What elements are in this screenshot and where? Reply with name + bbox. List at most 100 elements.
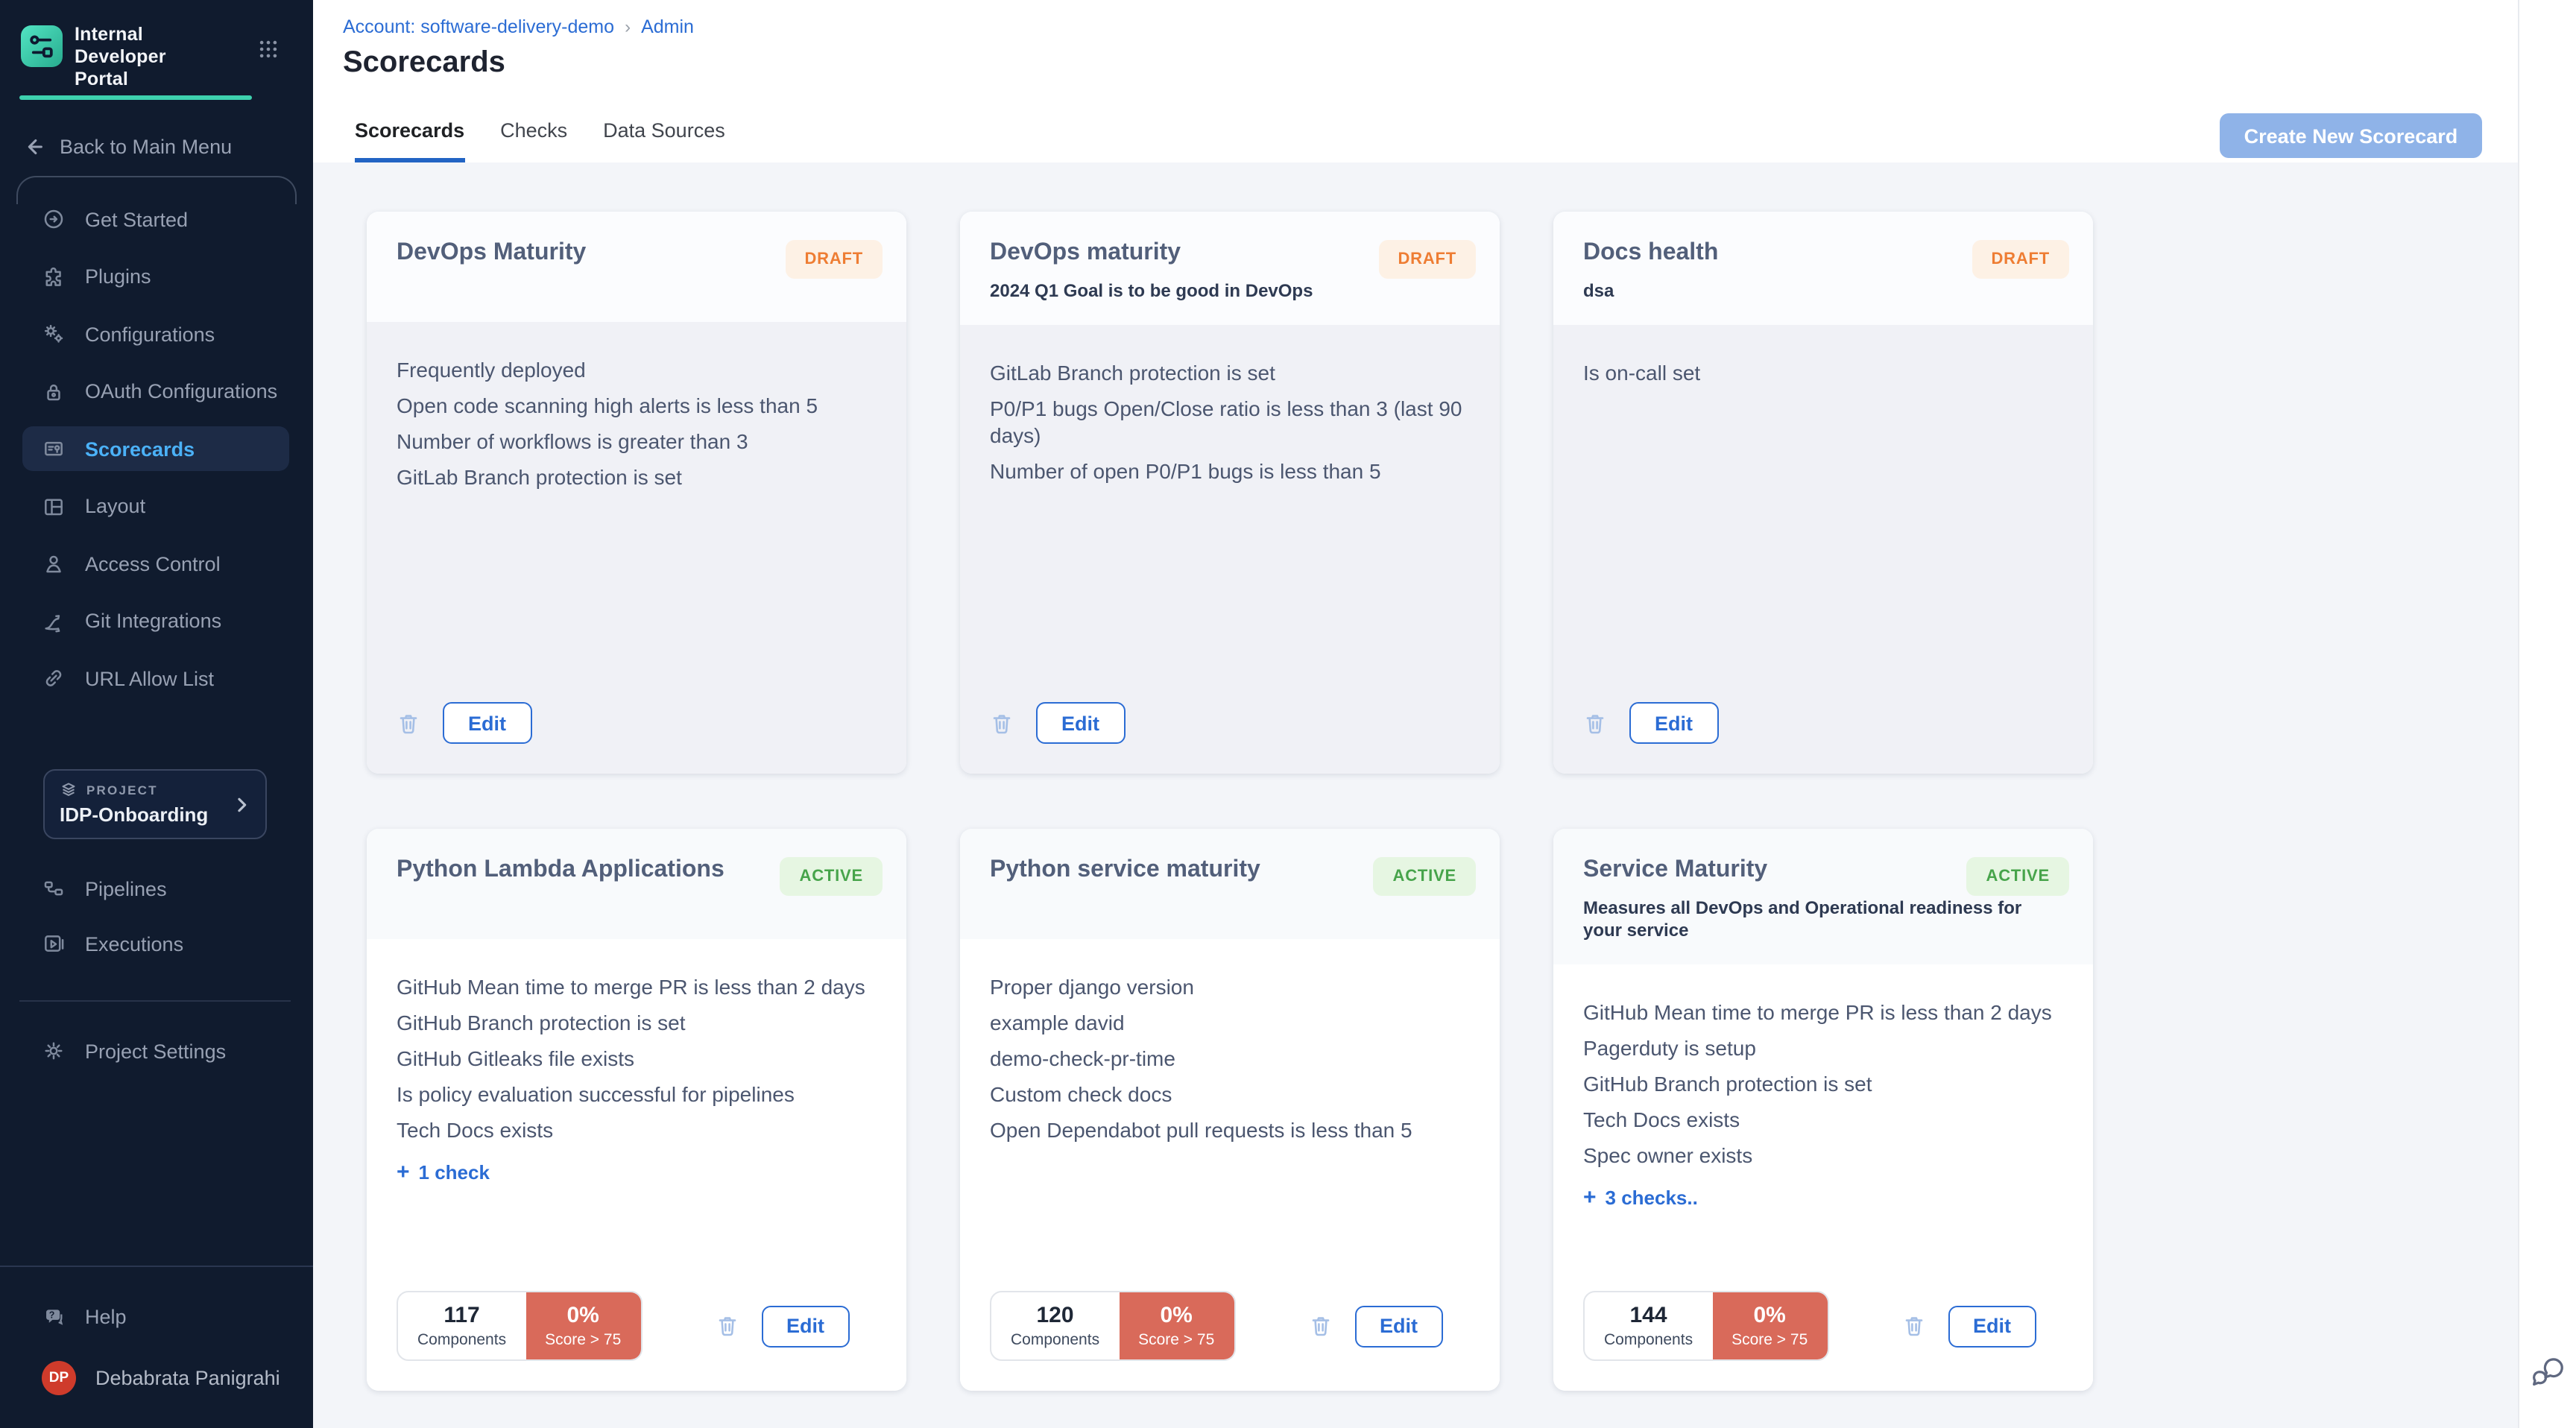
- check-item: Number of open P0/P1 bugs is less than 5: [990, 458, 1470, 484]
- check-item: Open Dependabot pull requests is less th…: [990, 1116, 1470, 1143]
- tab-data-sources[interactable]: Data Sources: [603, 98, 725, 162]
- user-menu[interactable]: DP Debabrata Panigrahi: [22, 1355, 280, 1400]
- oauth-configurations-icon: [42, 379, 66, 403]
- scorecard-description: 2024 Q1 Goal is to be good in DevOps: [990, 280, 1470, 303]
- brand-divider: [19, 95, 252, 99]
- sidebar-item-pipelines[interactable]: Pipelines: [22, 866, 289, 911]
- configurations-icon: [42, 322, 66, 346]
- trash-icon[interactable]: [1308, 1313, 1332, 1339]
- user-avatar: DP: [42, 1360, 76, 1394]
- scorecard-card: DevOps MaturityDRAFTFrequently deployedO…: [367, 212, 906, 774]
- sidebar-item-label: Scorecards: [85, 437, 195, 460]
- card-header: Python Lambda ApplicationsACTIVE: [367, 829, 906, 939]
- project-selector[interactable]: PROJECT IDP-Onboarding: [43, 769, 267, 839]
- sidebar-item-url-allow-list[interactable]: URL Allow List: [22, 656, 289, 701]
- check-item: Spec owner exists: [1583, 1142, 2063, 1169]
- support-chat-icon[interactable]: [2530, 1353, 2566, 1389]
- sidebar-item-label: Plugins: [85, 265, 151, 288]
- app-logo-icon: [21, 25, 63, 67]
- help-label: Help: [85, 1305, 127, 1327]
- sidebar-item-project-settings[interactable]: Project Settings: [22, 1029, 226, 1073]
- status-badge: ACTIVE: [780, 857, 883, 896]
- arrow-left-icon: [21, 134, 46, 159]
- card-header: DevOps maturityDRAFT2024 Q1 Goal is to b…: [960, 212, 1500, 325]
- back-label: Back to Main Menu: [60, 136, 232, 158]
- more-checks-label: 3 checks..: [1606, 1187, 1698, 1209]
- card-header: Python service maturityACTIVE: [960, 829, 1500, 939]
- scorecard-description: Measures all DevOps and Operational read…: [1583, 897, 2063, 942]
- chevron-right-icon: [231, 794, 252, 815]
- scorecard-card: Python service maturityACTIVEProper djan…: [960, 829, 1500, 1391]
- sidebar-item-label: URL Allow List: [85, 667, 214, 689]
- card-footer: 120Components0%Score > 75 Edit: [990, 1291, 1470, 1361]
- trash-icon[interactable]: [397, 710, 420, 736]
- check-item: Tech Docs exists: [397, 1116, 877, 1143]
- check-item: GitHub Branch protection is set: [1583, 1070, 2063, 1097]
- check-item: Tech Docs exists: [1583, 1106, 2063, 1133]
- edit-button[interactable]: Edit: [1629, 702, 1718, 744]
- score-badge: 0%Score > 75: [525, 1292, 640, 1359]
- scorecard-card: Service MaturityACTIVEMeasures all DevOp…: [1553, 829, 2093, 1391]
- sidebar-item-help[interactable]: ? Help: [22, 1294, 127, 1339]
- more-checks-link[interactable]: +3 checks..: [1583, 1185, 2063, 1210]
- check-item: GitHub Mean time to merge PR is less tha…: [1583, 999, 2063, 1026]
- sidebar-item-plugins[interactable]: Plugins: [22, 254, 289, 299]
- gear-icon: [42, 1039, 66, 1063]
- sidebar-item-label: OAuth Configurations: [85, 380, 277, 402]
- breadcrumb: Account: software-delivery-demo › Admin: [343, 16, 694, 37]
- status-badge: ACTIVE: [1967, 857, 2070, 896]
- status-badge: ACTIVE: [1374, 857, 1477, 896]
- check-item: Is on-call set: [1583, 359, 2063, 386]
- edit-button[interactable]: Edit: [1036, 702, 1125, 744]
- page-title: Scorecards: [343, 46, 505, 80]
- back-to-main-menu[interactable]: Back to Main Menu: [21, 134, 232, 159]
- more-checks-label: 1 check: [419, 1161, 490, 1184]
- edit-button[interactable]: Edit: [443, 702, 531, 744]
- edit-button[interactable]: Edit: [1948, 1305, 2036, 1347]
- check-item: demo-check-pr-time: [990, 1045, 1470, 1072]
- sidebar-item-scorecards[interactable]: Scorecards: [22, 426, 289, 471]
- check-item: Pagerduty is setup: [1583, 1034, 2063, 1061]
- scorecards-icon: [42, 437, 66, 461]
- breadcrumb-account-link[interactable]: Account: software-delivery-demo: [343, 16, 614, 37]
- create-new-scorecard-button[interactable]: Create New Scorecard: [2220, 113, 2482, 158]
- components-count: 144Components: [1585, 1292, 1712, 1359]
- tab-bar: Scorecards Checks Data Sources Create Ne…: [313, 98, 2576, 164]
- card-body: GitLab Branch protection is setP0/P1 bug…: [960, 325, 1500, 774]
- components-count: 117Components: [398, 1292, 525, 1359]
- sidebar-item-configurations[interactable]: Configurations: [22, 312, 289, 356]
- executions-icon: [42, 932, 66, 955]
- get-started-icon: [42, 207, 66, 231]
- trash-icon[interactable]: [1583, 710, 1607, 736]
- check-item: GitHub Branch protection is set: [397, 1009, 877, 1036]
- project-settings-label: Project Settings: [85, 1040, 226, 1062]
- check-item: GitLab Branch protection is set: [990, 359, 1470, 386]
- tab-scorecards[interactable]: Scorecards: [355, 98, 464, 162]
- trash-icon[interactable]: [715, 1313, 739, 1339]
- tab-checks[interactable]: Checks: [500, 98, 567, 162]
- more-checks-link[interactable]: +1 check: [397, 1160, 877, 1185]
- edit-button[interactable]: Edit: [1354, 1305, 1443, 1347]
- sidebar-item-git-integrations[interactable]: Git Integrations: [22, 598, 289, 643]
- plus-icon: +: [1583, 1185, 1597, 1210]
- card-footer: Edit: [990, 702, 1470, 744]
- score-summary: 144Components0%Score > 75: [1583, 1291, 1828, 1361]
- breadcrumb-admin-link[interactable]: Admin: [641, 16, 694, 37]
- card-body: Is on-call set Edit: [1553, 325, 2093, 774]
- sidebar-item-access-control[interactable]: Access Control: [22, 541, 289, 586]
- app-switcher-icon[interactable]: [256, 37, 280, 61]
- sidebar-item-layout[interactable]: Layout: [22, 484, 289, 528]
- trash-icon[interactable]: [990, 710, 1014, 736]
- card-footer: 117Components0%Score > 75 Edit: [397, 1291, 877, 1361]
- score-summary: 120Components0%Score > 75: [990, 1291, 1235, 1361]
- sidebar-item-oauth-configurations[interactable]: OAuth Configurations: [22, 369, 289, 414]
- sidebar-item-get-started[interactable]: Get Started: [22, 197, 289, 241]
- sidebar-footer-divider: [0, 1266, 313, 1267]
- trash-icon[interactable]: [1901, 1313, 1925, 1339]
- content-area: DevOps MaturityDRAFTFrequently deployedO…: [313, 162, 2519, 1428]
- sidebar-item-label: Git Integrations: [85, 610, 221, 632]
- sidebar-item-executions[interactable]: Executions: [22, 921, 289, 966]
- edit-button[interactable]: Edit: [761, 1305, 850, 1347]
- card-header: Service MaturityACTIVEMeasures all DevOp…: [1553, 829, 2093, 964]
- scorecard-card: Docs healthDRAFTdsaIs on-call setEdit: [1553, 212, 2093, 774]
